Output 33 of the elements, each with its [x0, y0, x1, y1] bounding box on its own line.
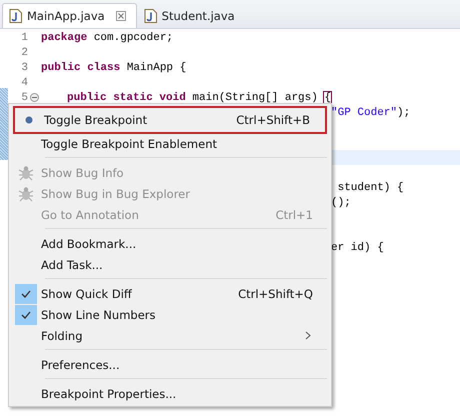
java-file-icon — [144, 9, 157, 23]
menu-item[interactable]: Toggle Breakpoint Enablement — [11, 133, 329, 154]
menu-item[interactable]: Folding — [11, 325, 329, 346]
java-file-icon — [9, 9, 22, 23]
editor-tab[interactable]: MainApp.java — [2, 3, 137, 28]
line-number: 1 — [20, 32, 28, 44]
menu-item[interactable]: Show Quick Diff Ctrl+Shift+Q — [11, 283, 329, 304]
code-line: package com.gpcoder; — [41, 32, 174, 44]
collapse-icon[interactable] — [30, 93, 39, 102]
bug-icon — [18, 186, 34, 202]
code-line: student) { — [336, 182, 404, 194]
menu-item[interactable]: Show Line Numbers — [11, 304, 329, 325]
menu-item[interactable]: Toggle Breakpoint Ctrl+Shift+B — [14, 107, 326, 133]
checkmark-icon — [15, 304, 37, 324]
line-number: 3 — [20, 62, 28, 74]
menu-item[interactable]: Preferences... — [11, 354, 329, 375]
bug-icon — [18, 164, 34, 180]
editor-tab[interactable]: Student.java — [136, 3, 246, 28]
line-number: 4 — [20, 76, 28, 88]
line-number: 2 — [20, 46, 28, 58]
code-line: (); — [331, 196, 351, 208]
close-icon[interactable] — [116, 11, 126, 21]
menu-item[interactable]: Add Bookmark... — [11, 233, 329, 254]
code-line: public static void main(String[] args) { — [67, 92, 332, 104]
menu-item[interactable]: Add Task... — [11, 254, 329, 275]
line-number: 5 — [20, 92, 28, 104]
code-line: public class MainApp { — [41, 62, 186, 74]
menu-item[interactable]: Breakpoint Properties... — [11, 383, 329, 404]
breakpoint-icon — [25, 116, 33, 124]
code-line: er id) { — [331, 242, 384, 254]
checkmark-icon — [15, 284, 37, 304]
quick-diff-marker — [0, 88, 8, 160]
code-line: "GP Coder"); — [331, 106, 410, 118]
